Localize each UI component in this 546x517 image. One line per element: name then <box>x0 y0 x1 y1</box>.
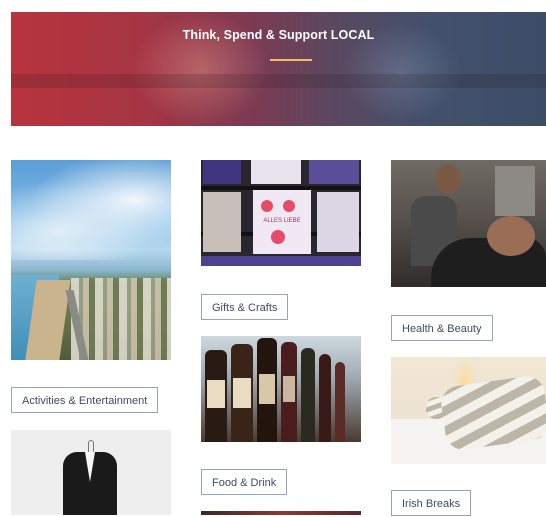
hero-background-shelf <box>11 74 546 88</box>
wine-label <box>233 378 251 408</box>
greeting-card-hearts: ALLES LIEBE <box>253 190 311 254</box>
hero-banner: Think, Spend & Support LOCAL <box>11 12 546 126</box>
wine-label <box>259 374 275 404</box>
next-image-preview[interactable] <box>201 511 361 515</box>
health-beauty-image[interactable] <box>391 160 546 287</box>
gifts-crafts-image[interactable]: ALLES LIEBE <box>201 160 361 266</box>
mirror <box>495 166 535 216</box>
clouds <box>11 160 171 260</box>
irish-breaks-image[interactable] <box>391 357 546 464</box>
greeting-card <box>309 160 359 184</box>
greeting-card <box>203 192 241 252</box>
heart-icon <box>261 200 273 212</box>
category-button-gifts-crafts[interactable]: Gifts & Crafts <box>201 294 289 320</box>
pillow <box>439 374 546 452</box>
category-button-health-beauty[interactable]: Health & Beauty <box>391 315 493 341</box>
suit-image[interactable] <box>11 430 171 515</box>
greeting-card <box>317 192 359 252</box>
card-text: ALLES LIEBE <box>263 218 301 224</box>
category-button-activities-entertainment[interactable]: Activities & Entertainment <box>11 387 159 413</box>
client-head <box>487 216 535 256</box>
hero-divider <box>270 59 312 61</box>
wine-bottle <box>335 362 345 442</box>
wine-label <box>207 380 225 408</box>
card-shelf <box>201 256 361 266</box>
wine-bottle <box>301 348 315 442</box>
wine-label <box>283 376 295 402</box>
greeting-card <box>203 160 241 184</box>
barber-head <box>435 164 461 194</box>
heart-icon <box>271 230 285 244</box>
food-drink-image[interactable] <box>201 336 361 442</box>
greeting-card <box>251 160 301 184</box>
hero-title: Think, Spend & Support LOCAL <box>182 28 375 42</box>
activities-entertainment-image[interactable] <box>11 160 171 360</box>
category-button-irish-breaks[interactable]: Irish Breaks <box>391 490 472 516</box>
wine-bottle <box>319 354 331 442</box>
heart-icon <box>283 200 295 212</box>
category-button-food-drink[interactable]: Food & Drink <box>201 469 288 495</box>
